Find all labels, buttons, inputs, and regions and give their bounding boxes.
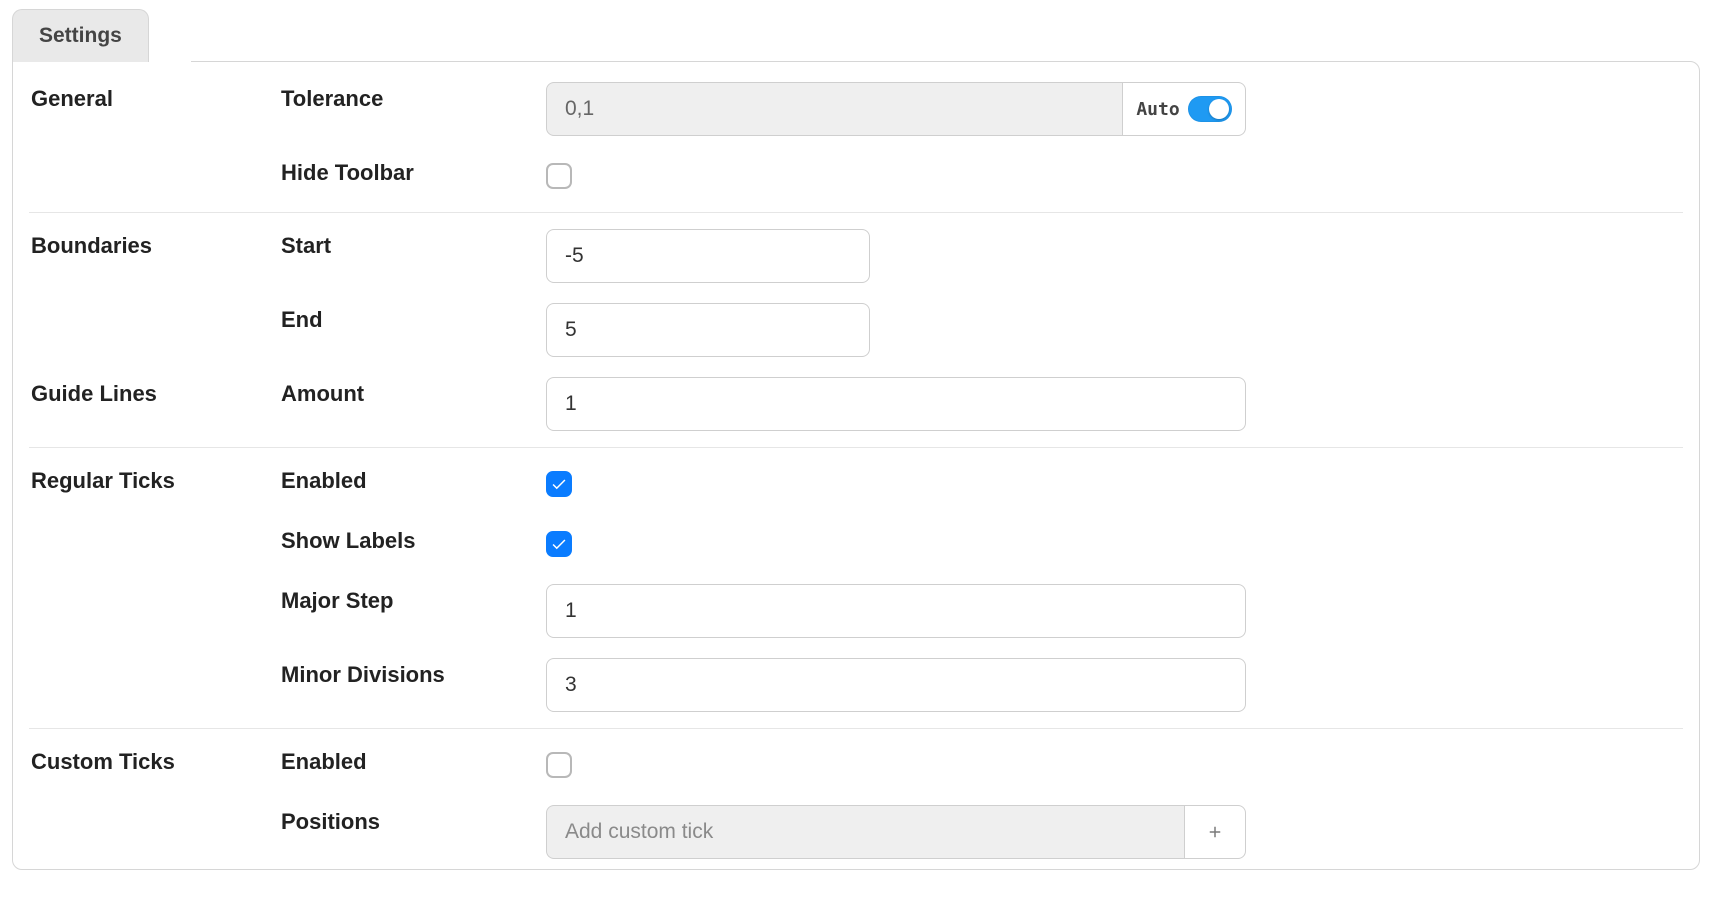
check-icon — [550, 535, 568, 553]
control-start — [546, 219, 1681, 293]
amount-input[interactable] — [546, 377, 1246, 431]
control-rt-enabled — [546, 454, 1681, 514]
positions-input[interactable] — [546, 805, 1184, 859]
section-guidelines: Guide Lines — [31, 367, 281, 417]
regular-ticks-showlabels-checkbox[interactable] — [546, 531, 572, 557]
minor-divisions-input[interactable] — [546, 658, 1246, 712]
label-end: End — [281, 293, 546, 343]
plus-icon — [1206, 823, 1224, 841]
label-ct-enabled: Enabled — [281, 735, 546, 785]
label-positions: Positions — [281, 795, 546, 845]
control-major-step — [546, 574, 1681, 648]
tab-row: Settings — [12, 8, 1700, 61]
label-hide-toolbar: Hide Toolbar — [281, 146, 546, 196]
tolerance-input[interactable] — [546, 82, 1123, 136]
label-amount: Amount — [281, 367, 546, 417]
label-major-step: Major Step — [281, 574, 546, 624]
tab-settings[interactable]: Settings — [12, 9, 149, 62]
divider — [29, 728, 1683, 729]
auto-toggle-box: Auto — [1123, 82, 1246, 136]
settings-layout: General Tolerance Auto Hide Toolbar — [31, 72, 1681, 869]
end-input[interactable] — [546, 303, 870, 357]
regular-ticks-enabled-checkbox[interactable] — [546, 471, 572, 497]
label-rt-showlabels: Show Labels — [281, 514, 546, 564]
settings-panel: General Tolerance Auto Hide Toolbar — [12, 61, 1700, 870]
section-regular-ticks: Regular Ticks — [31, 454, 281, 504]
add-custom-tick-button[interactable] — [1184, 805, 1246, 859]
major-step-input[interactable] — [546, 584, 1246, 638]
tab-label: Settings — [39, 24, 122, 47]
control-ct-enabled — [546, 735, 1681, 795]
control-hide-toolbar — [546, 146, 1681, 206]
label-start: Start — [281, 219, 546, 269]
positions-composite — [546, 805, 1246, 859]
divider — [29, 212, 1683, 213]
control-minor-div — [546, 648, 1681, 722]
label-rt-enabled: Enabled — [281, 454, 546, 504]
section-custom-ticks: Custom Ticks — [31, 735, 281, 785]
check-icon — [550, 475, 568, 493]
auto-label: Auto — [1136, 99, 1179, 120]
control-positions — [546, 795, 1681, 869]
control-amount — [546, 367, 1681, 441]
custom-ticks-enabled-checkbox[interactable] — [546, 752, 572, 778]
control-tolerance: Auto — [546, 72, 1681, 146]
divider — [29, 447, 1683, 448]
section-general: General — [31, 72, 281, 122]
control-end — [546, 293, 1681, 367]
label-tolerance: Tolerance — [281, 72, 546, 122]
section-boundaries: Boundaries — [31, 219, 281, 269]
label-minor-div: Minor Divisions — [281, 648, 546, 698]
auto-toggle[interactable] — [1188, 96, 1232, 122]
hide-toolbar-checkbox[interactable] — [546, 163, 572, 189]
control-rt-showlabels — [546, 514, 1681, 574]
start-input[interactable] — [546, 229, 870, 283]
